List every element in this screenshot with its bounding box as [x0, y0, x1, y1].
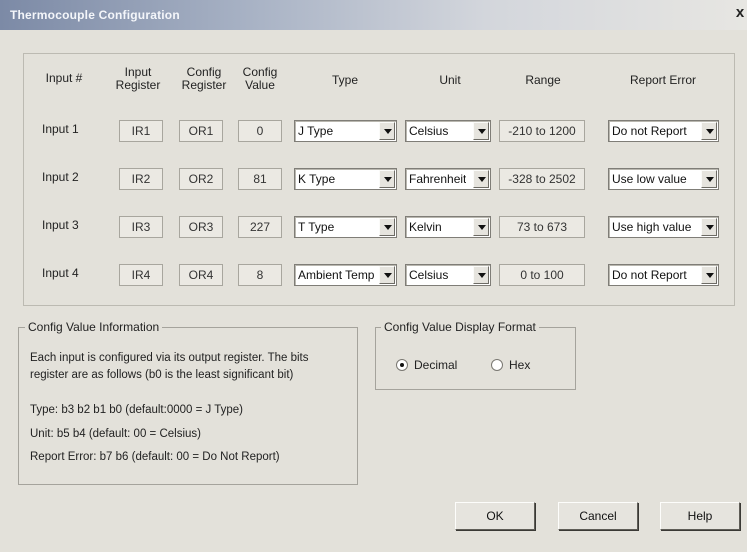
header-input-number: Input # [45, 71, 83, 85]
input-2-input-register: IR2 [119, 168, 163, 190]
chevron-down-icon[interactable] [473, 170, 489, 188]
config-info-legend: Config Value Information [25, 320, 163, 334]
header-input-register-line2: Register [115, 78, 161, 92]
ok-button[interactable]: OK [455, 502, 535, 530]
input-4-input-register: IR4 [119, 264, 163, 286]
input-2-unit-select[interactable]: Fahrenheit [405, 168, 491, 190]
header-config-register: Config Register [176, 66, 232, 92]
config-info-unit: Unit: b5 b4 (default: 00 = Celsius) [30, 428, 201, 440]
config-info-line2: register are as follows (b0 is the least… [30, 369, 294, 381]
input-2-type-value: K Type [298, 172, 336, 186]
chevron-down-icon[interactable] [701, 218, 717, 236]
input-3-config-register: OR3 [179, 216, 223, 238]
input-1-type-select[interactable]: J Type [294, 120, 397, 142]
chevron-down-icon[interactable] [473, 122, 489, 140]
input-1-config-register: OR1 [179, 120, 223, 142]
input-3-input-register: IR3 [119, 216, 163, 238]
header-range: Range [525, 73, 561, 87]
input-2-report-error-select[interactable]: Use low value [608, 168, 719, 190]
input-1-range: -210 to 1200 [499, 120, 585, 142]
config-info-report-error: Report Error: b7 b6 (default: 00 = Do No… [30, 451, 280, 463]
title-bar[interactable]: Thermocouple Configuration x [0, 0, 747, 30]
input-1-report-error-value: Do not Report [612, 124, 687, 138]
input-2-config-value: 81 [238, 168, 282, 190]
chevron-down-icon[interactable] [379, 266, 395, 284]
decimal-radio-label[interactable]: Decimal [414, 358, 457, 372]
decimal-radio[interactable] [396, 359, 408, 371]
chevron-down-icon[interactable] [701, 170, 717, 188]
input-3-type-select[interactable]: T Type [294, 216, 397, 238]
display-format-group [375, 327, 576, 390]
header-unit: Unit [439, 73, 461, 87]
input-2-label: Input 2 [42, 170, 79, 184]
input-2-type-select[interactable]: K Type [294, 168, 397, 190]
input-4-report-error-select[interactable]: Do not Report [608, 264, 719, 286]
input-2-range: -328 to 2502 [499, 168, 585, 190]
header-input-register: Input Register [112, 66, 164, 92]
input-4-range: 0 to 100 [499, 264, 585, 286]
header-config-register-line2: Register [181, 78, 227, 92]
input-4-unit-select[interactable]: Celsius [405, 264, 491, 286]
close-icon[interactable]: x [733, 4, 747, 24]
input-4-label: Input 4 [42, 266, 79, 280]
input-4-type-select[interactable]: Ambient Temp [294, 264, 397, 286]
input-3-range: 73 to 673 [499, 216, 585, 238]
input-4-config-register: OR4 [179, 264, 223, 286]
input-2-config-register: OR2 [179, 168, 223, 190]
chevron-down-icon[interactable] [701, 122, 717, 140]
input-3-report-error-select[interactable]: Use high value [608, 216, 719, 238]
chevron-down-icon[interactable] [473, 266, 489, 284]
display-format-legend: Config Value Display Format [381, 320, 539, 334]
input-1-label: Input 1 [42, 122, 79, 136]
hex-radio[interactable] [491, 359, 503, 371]
header-report-error: Report Error [629, 73, 697, 87]
chevron-down-icon[interactable] [473, 218, 489, 236]
cancel-button[interactable]: Cancel [558, 502, 638, 530]
input-3-unit-value: Kelvin [409, 220, 442, 234]
window-title: Thermocouple Configuration [10, 8, 180, 22]
input-1-report-error-select[interactable]: Do not Report [608, 120, 719, 142]
input-3-unit-select[interactable]: Kelvin [405, 216, 491, 238]
input-2-unit-value: Fahrenheit [409, 172, 467, 186]
input-4-unit-value: Celsius [409, 268, 449, 282]
header-config-value-line2: Value [245, 78, 275, 92]
hex-radio-label[interactable]: Hex [509, 358, 530, 372]
config-info-type: Type: b3 b2 b1 b0 (default:0000 = J Type… [30, 404, 244, 416]
input-2-report-error-value: Use low value [612, 172, 687, 186]
input-3-label: Input 3 [42, 218, 79, 232]
chevron-down-icon[interactable] [379, 218, 395, 236]
input-3-report-error-value: Use high value [612, 220, 692, 234]
input-1-unit-select[interactable]: Celsius [405, 120, 491, 142]
input-4-report-error-value: Do not Report [612, 268, 687, 282]
input-4-config-value: 8 [238, 264, 282, 286]
input-1-input-register: IR1 [119, 120, 163, 142]
help-button[interactable]: Help [660, 502, 740, 530]
input-1-unit-value: Celsius [409, 124, 449, 138]
input-1-type-value: J Type [298, 124, 334, 138]
chevron-down-icon[interactable] [379, 122, 395, 140]
input-1-config-value: 0 [238, 120, 282, 142]
chevron-down-icon[interactable] [379, 170, 395, 188]
input-3-type-value: T Type [298, 220, 335, 234]
header-config-value: Config Value [236, 66, 284, 92]
input-4-type-value: Ambient Temp [298, 268, 375, 282]
header-type: Type [331, 73, 358, 87]
config-info-line1: Each input is configured via its output … [30, 352, 309, 364]
chevron-down-icon[interactable] [701, 266, 717, 284]
thermocouple-config-dialog: Thermocouple Configuration x Input # Inp… [0, 0, 747, 552]
input-3-config-value: 227 [238, 216, 282, 238]
